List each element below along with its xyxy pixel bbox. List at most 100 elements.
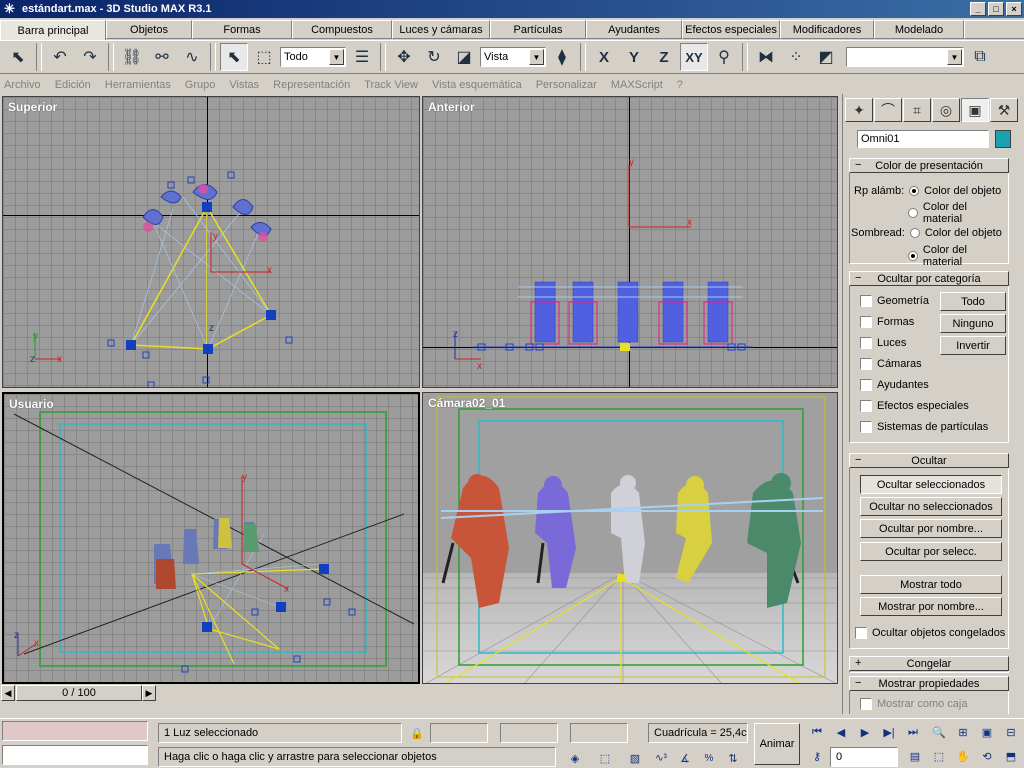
object-name-field[interactable]: Omni01 — [857, 130, 989, 148]
shaded-object-color-radio[interactable] — [909, 228, 920, 238]
rotate-icon[interactable]: ↻ — [420, 43, 448, 71]
tab-lights-cameras[interactable]: Luces y cámaras — [392, 20, 490, 39]
hide-by-name-button[interactable]: Ocultar por nombre... — [860, 519, 1002, 538]
zoom-extents-icon[interactable]: ▣ — [978, 723, 996, 741]
previous-frame-icon[interactable]: ◀ — [832, 723, 850, 741]
maximize-button[interactable]: □ — [988, 2, 1004, 16]
category-helpers-checkbox[interactable] — [860, 379, 872, 391]
go-to-start-icon[interactable]: ⏮ — [808, 723, 826, 741]
tab-compounds[interactable]: Compuestos — [292, 20, 392, 39]
hide-unselected-button[interactable]: Ocultar no seleccionados — [860, 497, 1002, 516]
viewport-label-top[interactable]: Superior — [8, 100, 57, 114]
reference-coord-select[interactable]: Vista ▼ — [480, 47, 546, 67]
category-cameras-checkbox[interactable] — [860, 358, 872, 370]
motion-tab-icon[interactable]: ◎ — [932, 98, 960, 122]
category-space-warps-checkbox[interactable] — [860, 400, 872, 412]
menu-tools[interactable]: Herramientas — [105, 79, 171, 91]
bind-space-warp-icon[interactable]: ∿ — [178, 43, 206, 71]
viewport-camera[interactable]: Cámara02_01 — [422, 392, 838, 684]
unlink-icon[interactable]: ⚯ — [148, 43, 176, 71]
menu-rendering[interactable]: Representación — [273, 79, 350, 91]
percent-snap-icon[interactable]: % — [700, 749, 718, 767]
help-pointer-icon[interactable]: ⬉ — [4, 43, 32, 71]
key-mode-icon[interactable]: ⚷ — [808, 747, 826, 765]
array-icon[interactable]: ⁘ — [782, 43, 810, 71]
coord-z-field[interactable] — [570, 723, 628, 743]
menu-edit[interactable]: Edición — [55, 79, 91, 91]
tab-modifiers[interactable]: Modificadores — [780, 20, 874, 39]
go-to-end-icon[interactable]: ⏭ — [904, 723, 922, 741]
hide-frozen-checkbox[interactable] — [855, 627, 867, 639]
tab-particles[interactable]: Partículas — [490, 20, 586, 39]
rollout-header-hide-by-category[interactable]: − Ocultar por categoría — [849, 271, 1009, 286]
menu-help[interactable]: ? — [677, 79, 683, 91]
hierarchy-tab-icon[interactable]: ⌗ — [903, 98, 931, 122]
category-shapes-checkbox[interactable] — [860, 316, 872, 328]
modify-tab-icon[interactable]: ⌒ — [874, 98, 902, 122]
unhide-by-name-button[interactable]: Mostrar por nombre... — [860, 597, 1002, 616]
tab-modeling[interactable]: Modelado — [874, 20, 964, 39]
region-zoom-icon[interactable]: ⬚ — [930, 747, 948, 765]
unhide-all-button[interactable]: Mostrar todo — [860, 575, 1002, 594]
hide-by-hit-button[interactable]: Ocultar por selecc. — [860, 542, 1002, 561]
tab-main-toolbar[interactable]: Barra principal — [0, 20, 106, 40]
time-next-icon[interactable]: ▶ — [142, 685, 156, 701]
redo-icon[interactable]: ↷ — [76, 43, 104, 71]
minimize-button[interactable]: _ — [970, 2, 986, 16]
time-prev-icon[interactable]: ◀ — [1, 685, 15, 701]
utilities-tab-icon[interactable]: ⚒ — [990, 98, 1018, 122]
maximize-viewport-icon[interactable]: ⬒ — [1002, 747, 1020, 765]
viewport-label-front[interactable]: Anterior — [428, 100, 475, 114]
selection-filter-select[interactable]: Todo ▼ — [280, 47, 346, 67]
rollout-header-display-properties[interactable]: − Mostrar propiedades — [849, 676, 1009, 691]
angle-snap-icon[interactable]: ∡ — [676, 749, 694, 767]
window-crossing-icon[interactable]: ⬚ — [596, 749, 614, 767]
restrict-xy-button[interactable]: XY — [680, 43, 708, 71]
hide-selected-button[interactable]: Ocultar seleccionados — [860, 475, 1002, 494]
zoom-extents-all-icon[interactable]: ⊟ — [1002, 723, 1020, 741]
move-icon[interactable]: ✥ — [390, 43, 418, 71]
hide-category-all-button[interactable]: Todo — [940, 292, 1006, 311]
time-config-icon[interactable]: ▤ — [906, 747, 924, 765]
tab-objects[interactable]: Objetos — [106, 20, 192, 39]
mirror-icon[interactable]: ⧓ — [752, 43, 780, 71]
named-selection-select[interactable]: ▼ — [846, 47, 964, 67]
coord-x-field[interactable] — [430, 723, 488, 743]
pivot-center-icon[interactable]: ⧫ — [548, 43, 576, 71]
create-tab-icon[interactable]: ✦ — [845, 98, 873, 122]
restrict-z-button[interactable]: Z — [650, 43, 678, 71]
category-lights-checkbox[interactable] — [860, 337, 872, 349]
shaded-material-color-radio[interactable] — [908, 251, 918, 261]
rollout-header-freeze[interactable]: + Congelar — [849, 656, 1009, 671]
object-color-swatch[interactable] — [995, 130, 1011, 148]
viewport-label-camera[interactable]: Cámara02_01 — [428, 396, 505, 410]
current-frame-field[interactable]: 0 — [830, 747, 898, 767]
snap-toggle-icon[interactable]: ▧ — [626, 749, 644, 767]
maxscript-listener-mini[interactable] — [2, 721, 148, 741]
undo-icon[interactable]: ↶ — [46, 43, 74, 71]
close-button[interactable]: × — [1006, 2, 1022, 16]
display-as-box-checkbox[interactable] — [860, 698, 872, 710]
category-geometry-checkbox[interactable] — [860, 295, 872, 307]
maxscript-input-mini[interactable] — [2, 745, 148, 765]
scale-icon[interactable]: ◪ — [450, 43, 478, 71]
zoom-all-icon[interactable]: ⊞ — [954, 723, 972, 741]
wireframe-material-color-radio[interactable] — [908, 208, 918, 218]
wireframe-object-color-radio[interactable] — [909, 186, 920, 196]
rollout-header-display-color[interactable]: − Color de presentación — [849, 158, 1009, 173]
menu-file[interactable]: Archivo — [4, 79, 41, 91]
arc-rotate-icon[interactable]: ⟲ — [978, 747, 996, 765]
menu-customize[interactable]: Personalizar — [536, 79, 597, 91]
viewport-label-user[interactable]: Usuario — [9, 397, 54, 411]
link-icon[interactable]: ⛓ — [118, 43, 146, 71]
animate-button[interactable]: Animar — [754, 723, 800, 765]
play-icon[interactable]: ▶ — [856, 723, 874, 741]
ik-icon[interactable]: ⚲ — [710, 43, 738, 71]
rollout-header-hide[interactable]: − Ocultar — [849, 453, 1009, 468]
3d-snap-icon[interactable]: ∿³ — [652, 749, 670, 767]
viewport-user[interactable]: y x x z Usuario — [2, 392, 420, 684]
menu-group[interactable]: Grupo — [185, 79, 216, 91]
restrict-x-button[interactable]: X — [590, 43, 618, 71]
tab-shapes[interactable]: Formas — [192, 20, 292, 39]
menu-schematic-view[interactable]: Vista esquemática — [432, 79, 522, 91]
